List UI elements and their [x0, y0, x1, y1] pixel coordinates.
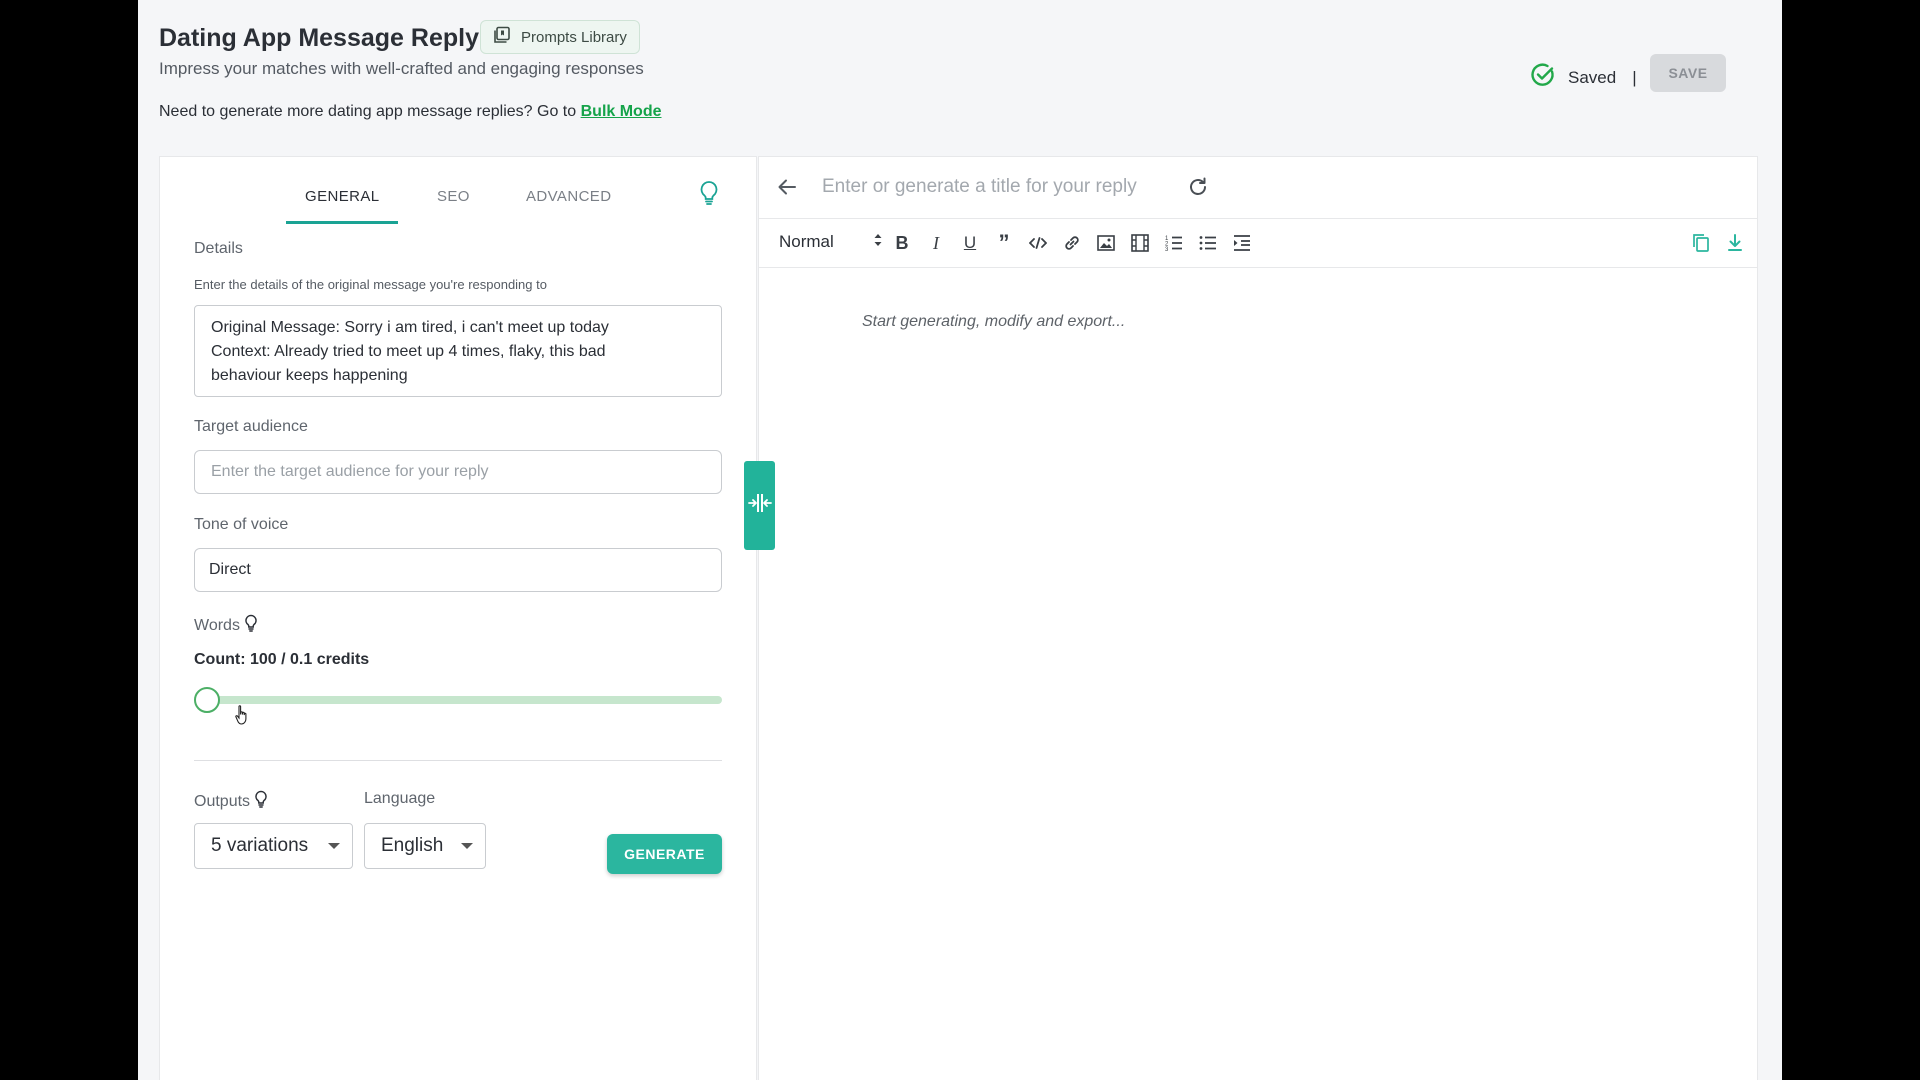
editor-panel	[758, 156, 1758, 1080]
code-icon[interactable]	[1027, 233, 1049, 253]
details-textarea[interactable]: Original Message: Sorry i am tired, i ca…	[194, 305, 722, 397]
words-label-wrap: Words	[194, 614, 258, 637]
details-line-2: Context: Already tried to meet up 4 time…	[211, 343, 606, 360]
tone-of-voice-label: Tone of voice	[194, 516, 289, 533]
format-select[interactable]: Normal	[779, 232, 883, 252]
language-label: Language	[364, 790, 436, 807]
target-audience-input[interactable]: Enter the target audience for your reply	[194, 450, 722, 494]
page-subtitle: Impress your matches with well-crafted a…	[159, 59, 644, 78]
language-select[interactable]: English	[364, 823, 486, 869]
back-arrow-icon[interactable]	[776, 176, 798, 203]
lightbulb-icon[interactable]	[698, 180, 720, 211]
tab-seo[interactable]: SEO	[437, 188, 470, 205]
details-line-1: Original Message: Sorry i am tired, i ca…	[211, 319, 609, 336]
italic-icon[interactable]: I	[925, 233, 947, 253]
bulk-mode-text: Need to generate more dating app message…	[159, 103, 577, 120]
ordered-list-icon[interactable]: 123	[1163, 233, 1185, 253]
prompts-library-label: Prompts Library	[521, 28, 627, 46]
panel-resize-handle[interactable]	[744, 461, 775, 550]
active-tab-indicator	[286, 221, 398, 224]
outputs-label-wrap: Outputs	[194, 790, 268, 813]
bold-icon[interactable]: B	[891, 233, 913, 253]
outputs-label: Outputs	[194, 792, 251, 810]
bulk-mode-link[interactable]: Bulk Mode	[581, 103, 662, 120]
sort-arrows-icon	[873, 232, 883, 252]
outputs-info-icon[interactable]	[254, 790, 268, 813]
link-icon[interactable]	[1061, 233, 1083, 253]
generate-button[interactable]: GENERATE	[607, 834, 722, 874]
details-help-text: Enter the details of the original messag…	[194, 277, 547, 292]
download-icon[interactable]	[1724, 233, 1746, 253]
bullet-list-icon[interactable]	[1197, 233, 1219, 253]
section-divider	[194, 760, 722, 761]
language-select-value: English	[381, 835, 444, 856]
indent-icon[interactable]	[1231, 233, 1253, 253]
editor-placeholder: Start generating, modify and export...	[862, 313, 1126, 330]
refresh-icon[interactable]	[1187, 176, 1209, 203]
words-info-icon[interactable]	[244, 614, 258, 637]
quote-icon[interactable]: ”	[993, 230, 1015, 255]
library-icon	[493, 26, 511, 48]
outputs-select-value: 5 variations	[211, 835, 309, 856]
caret-down-icon	[461, 843, 473, 849]
resize-arrows-icon	[747, 492, 772, 519]
saved-label: Saved	[1568, 67, 1617, 87]
format-select-value: Normal	[779, 232, 834, 251]
underline-icon[interactable]: U	[959, 233, 981, 253]
app-stage: Dating App Message Reply Prompts Library…	[138, 0, 1782, 1080]
cursor-pointer-icon	[234, 704, 252, 731]
image-icon[interactable]	[1095, 233, 1117, 253]
words-label: Words	[194, 616, 240, 634]
details-line-3: behaviour keeps happening	[211, 367, 408, 384]
prompts-library-button[interactable]: Prompts Library	[480, 20, 640, 54]
word-count-text: Count: 100 / 0.1 credits	[194, 651, 370, 668]
word-count-slider-thumb[interactable]	[194, 687, 220, 713]
target-audience-label: Target audience	[194, 418, 308, 435]
separator: |	[1632, 67, 1637, 87]
details-label: Details	[194, 240, 243, 257]
caret-down-icon	[328, 843, 340, 849]
page-title: Dating App Message Reply	[159, 24, 479, 52]
tone-of-voice-input[interactable]: Direct	[194, 548, 722, 592]
tab-general[interactable]: GENERAL	[305, 188, 380, 205]
bulk-mode-line: Need to generate more dating app message…	[159, 103, 662, 121]
video-icon[interactable]	[1129, 233, 1151, 253]
reply-title-input[interactable]: Enter or generate a title for your reply	[822, 176, 1137, 198]
check-circle-icon	[1530, 62, 1556, 93]
copy-icon[interactable]	[1690, 233, 1712, 253]
word-count-slider-track[interactable]	[208, 696, 722, 704]
tab-advanced[interactable]: ADVANCED	[526, 188, 611, 205]
save-button[interactable]: SAVE	[1650, 54, 1726, 92]
tone-of-voice-value: Direct	[209, 561, 251, 578]
svg-text:3: 3	[1165, 247, 1169, 252]
target-audience-placeholder: Enter the target audience for your reply	[211, 463, 489, 480]
outputs-select[interactable]: 5 variations	[194, 823, 353, 869]
